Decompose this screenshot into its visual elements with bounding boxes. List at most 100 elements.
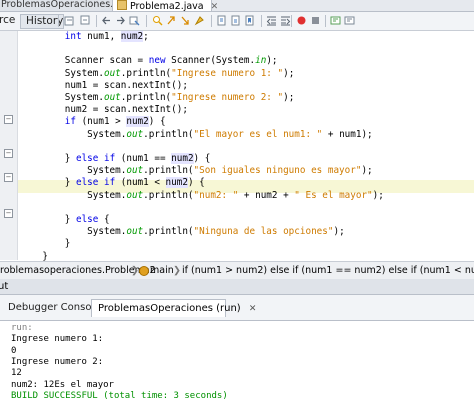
code-line: System.out.println("Son iguales ninguno … — [20, 165, 373, 177]
code-line: System.out.println("Ingrese numero 1: ")… — [20, 67, 295, 80]
code-token: ); — [266, 55, 278, 67]
start-macro-icon[interactable] — [296, 15, 307, 26]
code-token: System. — [64, 92, 104, 103]
console-line: 12 — [11, 368, 22, 379]
fold-toggle[interactable]: − — [4, 149, 13, 158]
code-token: System. — [87, 226, 127, 238]
code-token: } — [64, 153, 76, 164]
uncomment-icon[interactable] — [344, 15, 355, 26]
find-next-icon[interactable] — [180, 15, 191, 26]
breadcrumb-method[interactable]: main — [150, 262, 174, 279]
shift-left-icon[interactable] — [266, 15, 277, 26]
tab-label: Problema2.java — [130, 1, 204, 12]
code-token: " Es el mayor" — [294, 189, 373, 201]
forward-icon[interactable] — [115, 15, 126, 26]
fold-toggle[interactable]: − — [4, 115, 13, 124]
code-token: .println( — [143, 226, 194, 238]
code-token: out — [126, 165, 144, 177]
tab-label: Debugger Console — [8, 302, 101, 313]
tab-problema2[interactable]: Problema2.java ✕ — [112, 0, 218, 12]
tab-debugger-console[interactable]: Debugger Console ✕ — [2, 299, 116, 316]
code-line: if (num1 > num2) { — [20, 116, 166, 128]
forward-history-icon[interactable] — [79, 15, 90, 26]
toolbar-divider — [146, 15, 147, 27]
close-icon[interactable]: ✕ — [249, 304, 257, 314]
chevron-right-icon: ❯ — [131, 265, 139, 276]
toolbar-divider — [211, 15, 212, 27]
output-window-title: ut — [0, 281, 9, 292]
back-icon[interactable] — [101, 15, 112, 26]
code-token: } — [64, 177, 76, 189]
code-token: System. — [87, 128, 127, 140]
code-token: out — [126, 189, 144, 201]
code-token: "num2: " — [193, 189, 239, 201]
code-token: ); — [283, 92, 295, 103]
stop-macro-icon[interactable] — [310, 15, 321, 26]
code-line: System.out.println("num2: " + num2 + " E… — [20, 190, 384, 202]
code-token: out — [126, 226, 144, 238]
tab-problemasoperaciones-run[interactable]: ProblemasOperaciones (run) ✕ — [91, 299, 256, 317]
back-history-icon[interactable] — [64, 15, 75, 26]
fold-toggle[interactable]: − — [4, 173, 13, 182]
code-token: System. — [64, 67, 104, 79]
chevron-right-icon: ❯ — [173, 265, 181, 276]
code-line: Scanner scan = new Scanner(System.in); — [20, 55, 278, 67]
previous-bookmark-icon[interactable] — [216, 15, 227, 26]
code-editor[interactable]: − − − − int num1, num2; Scanner scan = n… — [0, 31, 474, 262]
toolbar-divider — [96, 15, 97, 27]
code-token: "Ninguna de las opciones" — [193, 226, 334, 238]
code-line: } else { — [20, 214, 110, 226]
output-console[interactable]: run: Ingrese numero 1: 0 Ingrese numero 2: 1… — [0, 321, 474, 409]
code-token: ) { — [148, 116, 166, 128]
tab-problemasoperaciones[interactable]: ProblemasOperaciones.java ✕ — [0, 0, 148, 11]
code-token: .println( — [143, 128, 194, 140]
output-window-header: ut — [0, 279, 474, 295]
code-token: (num1 < — [115, 177, 166, 189]
code-token: else if — [75, 177, 116, 189]
code-token: "Ingrese numero 1: " — [171, 67, 284, 79]
toolbar-divider — [325, 15, 326, 27]
toggle-highlight-icon[interactable] — [194, 15, 205, 26]
code-token: else — [75, 214, 99, 225]
breadcrumb-context[interactable]: if (num1 > num2) else if (num1 == num2) … — [182, 262, 474, 279]
code-token: "Son iguales ninguno es mayor" — [193, 165, 362, 177]
console-line: 0 — [11, 345, 17, 356]
last-edit-icon[interactable] — [129, 15, 140, 26]
toolbar-divider — [58, 15, 59, 27]
find-previous-icon[interactable] — [166, 15, 177, 26]
code-token: System. — [87, 165, 127, 177]
java-file-icon — [117, 0, 127, 10]
code-token: "El mayor es el num1: " — [193, 128, 323, 140]
editor-toolbar: rce History — [0, 12, 474, 31]
toolbar-divider — [291, 15, 292, 27]
toggle-bookmark-icon[interactable] — [244, 15, 255, 26]
console-line: Ingrese numero 2: — [11, 356, 104, 367]
shift-right-icon[interactable] — [280, 15, 291, 26]
code-token: num1, — [81, 31, 121, 42]
code-token: { — [98, 214, 110, 225]
toolbar-divider — [261, 15, 262, 27]
code-token: ) { — [193, 153, 211, 164]
fold-toggle[interactable]: − — [4, 209, 13, 218]
code-token: } — [64, 214, 76, 225]
editor-gutter: − − − − — [0, 31, 18, 260]
code-token: out — [103, 92, 121, 103]
code-token: ); — [361, 165, 373, 177]
code-token: num1 = scan.nextInt(); — [64, 79, 188, 91]
comment-icon[interactable] — [330, 15, 341, 26]
next-bookmark-icon[interactable] — [230, 15, 241, 26]
tab-label: ProblemasOperaciones (run) — [98, 303, 241, 314]
close-icon[interactable]: ✕ — [211, 2, 219, 11]
code-token: num2 — [165, 177, 188, 189]
find-selection-icon[interactable] — [152, 15, 163, 26]
